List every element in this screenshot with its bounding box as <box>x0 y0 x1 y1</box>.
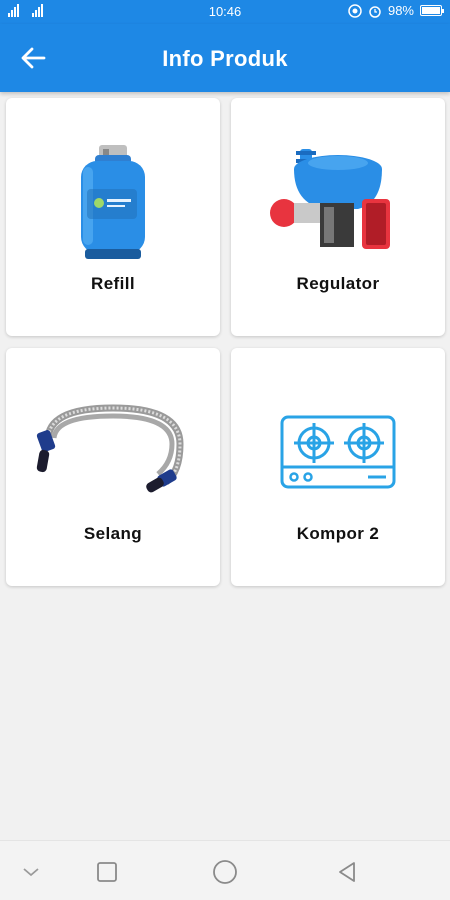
battery-percent: 98% <box>387 3 414 18</box>
nav-recents-button[interactable] <box>94 859 120 885</box>
product-label-selang: Selang <box>83 524 143 543</box>
alarm-icon <box>369 5 381 18</box>
status-right: 98% <box>348 3 444 18</box>
data-saver-icon <box>348 3 362 18</box>
page-title: Info Produk <box>162 46 288 71</box>
app-bar: Info Produk <box>0 24 450 92</box>
product-card-selang[interactable]: Selang <box>6 348 220 586</box>
product-card-refill[interactable]: Refill <box>6 98 220 336</box>
product-label-refill: Refill <box>91 274 135 293</box>
nav-collapse-button[interactable] <box>18 859 44 885</box>
back-triangle-icon <box>339 862 355 882</box>
system-nav-bar <box>0 840 450 900</box>
product-label-kompor-2: Kompor 2 <box>296 524 380 543</box>
product-label-regulator: Regulator <box>296 274 380 293</box>
nav-home-button[interactable] <box>212 859 238 885</box>
gas-hose-image <box>6 388 220 518</box>
status-bar: 10:46 98% <box>0 0 450 24</box>
stove-icon <box>231 388 445 518</box>
gas-regulator-image <box>231 138 445 268</box>
product-card-kompor-2[interactable]: Kompor 2 <box>231 348 445 586</box>
recents-square-icon <box>97 862 117 882</box>
chevron-down-icon <box>23 868 39 877</box>
battery-icon <box>420 5 444 16</box>
gas-cylinder-image <box>6 138 220 268</box>
home-circle-icon <box>213 860 237 884</box>
nav-back-button[interactable] <box>334 859 360 885</box>
product-card-regulator[interactable]: Regulator <box>231 98 445 336</box>
